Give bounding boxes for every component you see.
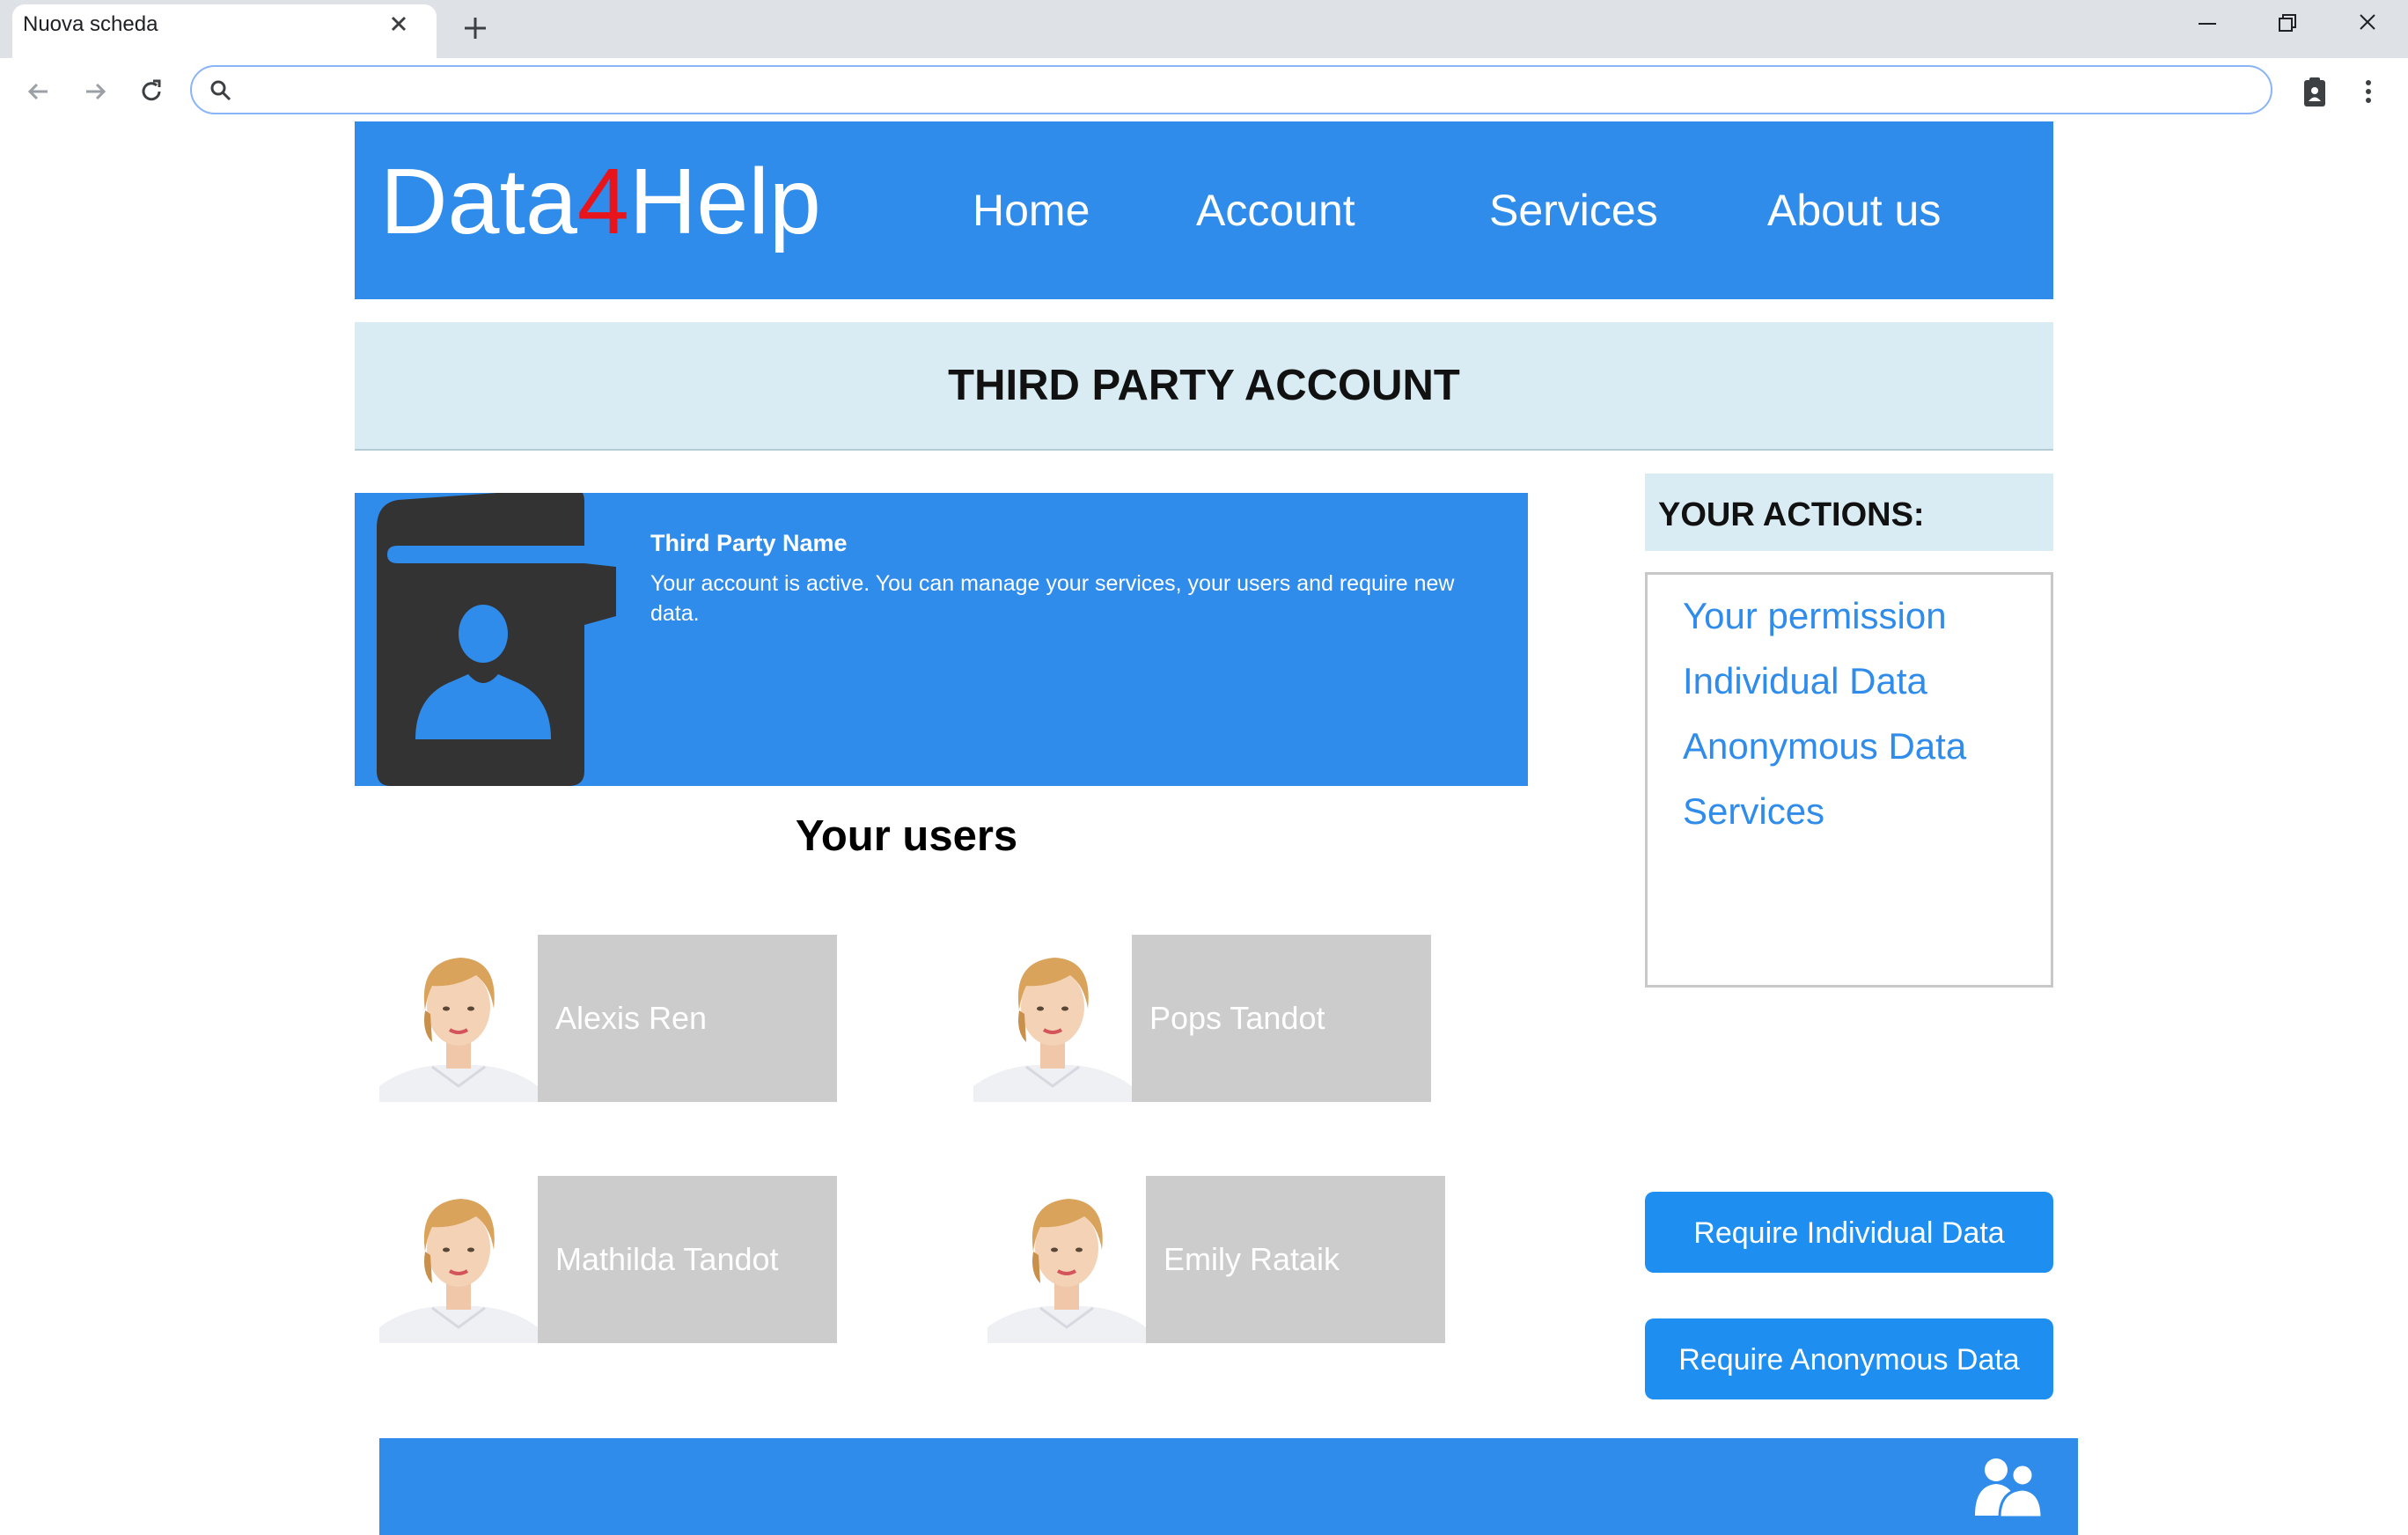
require-individual-data-button[interactable]: Require Individual Data [1645, 1192, 2053, 1273]
require-anonymous-data-button[interactable]: Require Anonymous Data [1645, 1318, 2053, 1399]
close-window-icon[interactable] [2350, 11, 2385, 37]
user-name: Pops Tandot [1149, 1000, 1325, 1036]
action-link-anonymous-data[interactable]: Anonymous Data [1683, 725, 1966, 768]
users-heading: Your users [795, 812, 1018, 860]
reload-icon[interactable] [134, 74, 169, 109]
restore-icon[interactable] [2269, 11, 2304, 37]
nav-about-us[interactable]: About us [1767, 187, 1941, 235]
user-name-tile: Pops Tandot [1132, 935, 1431, 1102]
tab-title: Nuova scheda [23, 12, 158, 36]
user-name-tile: Alexis Ren [538, 935, 837, 1102]
site-footer [379, 1438, 2078, 1535]
nav-services[interactable]: Services [1489, 187, 1658, 235]
user-avatar [987, 1176, 1146, 1343]
logo-text-part2: 4 [576, 150, 629, 253]
plus-icon[interactable] [459, 12, 491, 44]
account-status-text: Your account is active. You can manage y… [650, 571, 1455, 626]
user-name-tile: Mathilda Tandot [538, 1176, 837, 1343]
clipboard-profile-icon[interactable] [2297, 74, 2332, 109]
actions-title: YOUR ACTIONS: [1658, 496, 1925, 533]
nav-account[interactable]: Account [1196, 187, 1355, 235]
user-name: Alexis Ren [555, 1000, 708, 1036]
logo-text-part3: Help [628, 150, 821, 253]
contact-card-icon [377, 493, 616, 786]
user-name-tile: Emily Rataik [1146, 1176, 1445, 1343]
user-avatar [379, 935, 538, 1102]
minimize-icon[interactable] [2190, 11, 2225, 37]
address-input[interactable] [248, 70, 2237, 109]
users-group-icon[interactable] [1975, 1454, 2042, 1517]
user-name: Emily Rataik [1164, 1241, 1340, 1277]
third-party-name: Third Party Name [650, 530, 848, 556]
search-icon [210, 80, 231, 101]
action-link-services[interactable]: Services [1683, 790, 1824, 833]
site-logo[interactable]: Data4Help [380, 155, 821, 248]
action-link-individual-data[interactable]: Individual Data [1683, 660, 1927, 702]
nav-home[interactable]: Home [973, 187, 1090, 235]
user-name: Mathilda Tandot [555, 1241, 779, 1277]
kebab-menu-icon[interactable] [2355, 76, 2382, 107]
user-avatar [379, 1176, 538, 1343]
logo-text-part1: Data [380, 150, 577, 253]
forward-arrow-icon[interactable] [77, 74, 113, 109]
action-link-your-permission[interactable]: Your permission [1683, 595, 1947, 637]
user-avatar [973, 935, 1132, 1102]
page-title: THIRD PARTY ACCOUNT [948, 362, 1460, 409]
close-icon[interactable] [384, 9, 414, 39]
back-arrow-icon[interactable] [21, 74, 56, 109]
